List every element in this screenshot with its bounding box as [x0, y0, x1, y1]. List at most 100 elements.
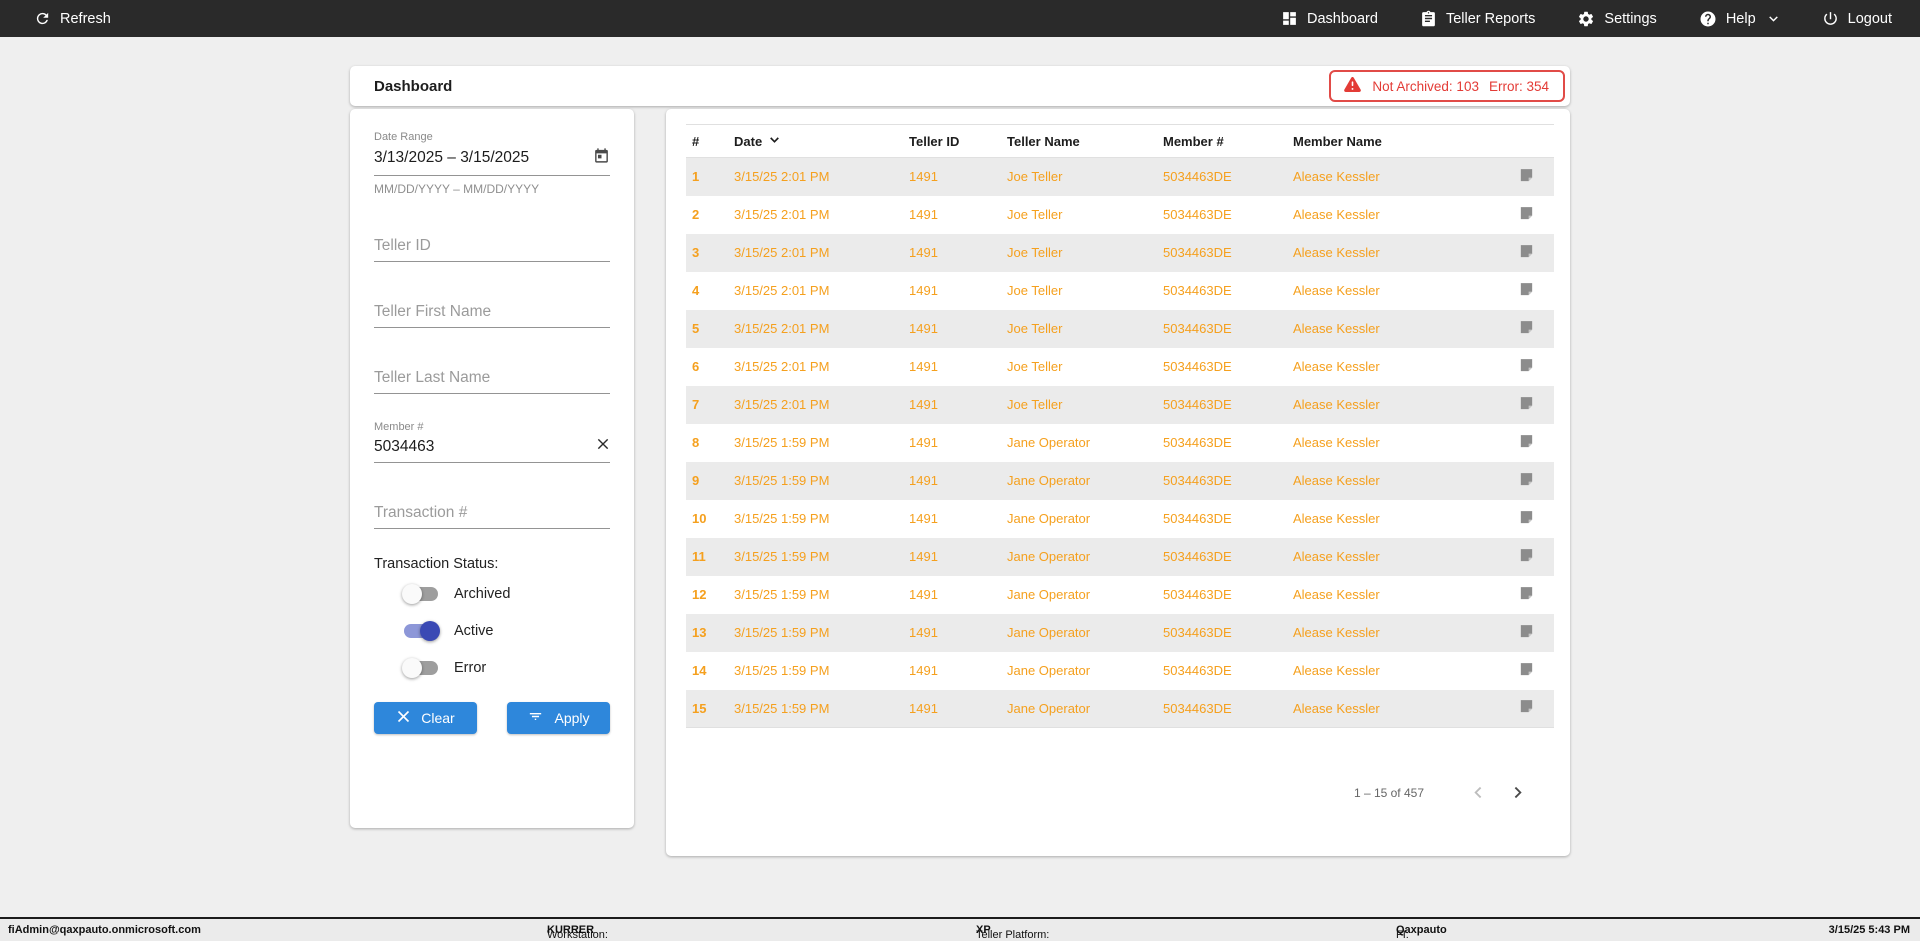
- cell-teller-id: 1491: [909, 283, 938, 298]
- cell-num: 9: [692, 473, 700, 488]
- cell-date: 3/15/25 2:01 PM: [734, 321, 830, 336]
- table-row[interactable]: 5 3/15/25 2:01 PM 1491 Joe Teller 5034463DE A…: [686, 309, 1554, 348]
- column-header-num[interactable]: #: [686, 124, 728, 158]
- table-row[interactable]: 3 3/15/25 2:01 PM 1491 Joe Teller 5034463DE A…: [686, 233, 1554, 272]
- calendar-icon[interactable]: [593, 147, 610, 169]
- transaction-number-field[interactable]: Transaction #: [374, 504, 610, 529]
- column-header-member-num[interactable]: Member #: [1157, 124, 1287, 158]
- note-icon[interactable]: [1492, 272, 1554, 310]
- column-header-date[interactable]: Date: [728, 124, 903, 158]
- active-toggle[interactable]: [404, 621, 440, 641]
- cell-teller-name: Joe Teller: [1007, 397, 1063, 412]
- teller-first-name-field[interactable]: Teller First Name: [374, 303, 610, 328]
- cell-member-num: 5034463DE: [1163, 549, 1232, 564]
- cell-date: 3/15/25 2:01 PM: [734, 245, 830, 260]
- table-row[interactable]: 12 3/15/25 1:59 PM 1491 Jane Operator 503446…: [686, 575, 1554, 614]
- top-nav: Refresh Dashboard Teller Reports Setting…: [0, 0, 1920, 37]
- clear-button[interactable]: Clear: [374, 702, 477, 734]
- table-row[interactable]: 6 3/15/25 2:01 PM 1491 Joe Teller 5034463DE A…: [686, 347, 1554, 386]
- cell-member-num: 5034463DE: [1163, 359, 1232, 374]
- note-icon[interactable]: [1492, 348, 1554, 386]
- cell-teller-id: 1491: [909, 169, 938, 185]
- toggle-row-error: Error: [402, 658, 610, 678]
- table-row[interactable]: 11 3/15/25 1:59 PM 1491 Jane Operator 503446…: [686, 537, 1554, 576]
- date-range-value[interactable]: 3/13/2025 – 3/15/2025: [374, 149, 529, 167]
- note-icon[interactable]: [1492, 500, 1554, 538]
- table-row[interactable]: 15 3/15/25 1:59 PM 1491 Jane Operator 503446…: [686, 689, 1554, 728]
- results-panel: # Date Teller ID Teller Name Member # Me…: [666, 109, 1570, 856]
- column-header-member-name[interactable]: Member Name: [1287, 124, 1492, 158]
- archived-toggle[interactable]: [402, 584, 438, 604]
- member-number-field[interactable]: Member # 5034463: [374, 421, 610, 463]
- teller-id-placeholder[interactable]: Teller ID: [374, 237, 431, 255]
- refresh-button[interactable]: Refresh: [34, 10, 111, 27]
- cell-teller-name: Jane Operator: [1007, 435, 1091, 450]
- note-icon[interactable]: [1492, 576, 1554, 614]
- cell-num: 1: [692, 169, 700, 185]
- teller-id-field[interactable]: Teller ID: [374, 237, 610, 262]
- note-icon[interactable]: [1492, 196, 1554, 234]
- cell-member-num: 5034463DE: [1163, 473, 1232, 488]
- cell-teller-name: Jane Operator: [1007, 700, 1091, 716]
- help-icon: [1699, 10, 1717, 28]
- status-datetime: 3/15/25 5:43 PM: [1828, 924, 1910, 936]
- teller-last-name-placeholder[interactable]: Teller Last Name: [374, 369, 490, 387]
- table-row[interactable]: 2 3/15/25 2:01 PM 1491 Joe Teller 5034463DE A…: [686, 195, 1554, 234]
- cell-num: 3: [692, 245, 700, 260]
- cell-teller-id: 1491: [909, 435, 938, 450]
- filter-panel: Date Range 3/13/2025 – 3/15/2025 MM/DD/Y…: [350, 109, 634, 828]
- apply-button[interactable]: Apply: [507, 702, 610, 734]
- cell-num: 11: [692, 549, 706, 564]
- cell-num: 15: [692, 700, 707, 716]
- nav-item-logout[interactable]: Logout: [1822, 10, 1892, 27]
- table-row[interactable]: 10 3/15/25 1:59 PM 1491 Jane Operator 503446…: [686, 499, 1554, 538]
- note-icon[interactable]: [1492, 462, 1554, 500]
- nav-item-label: Teller Reports: [1445, 10, 1536, 27]
- cell-teller-name: Joe Teller: [1007, 321, 1063, 336]
- note-icon[interactable]: [1492, 234, 1554, 272]
- error-toggle[interactable]: [402, 658, 438, 678]
- clear-member-icon[interactable]: [596, 437, 610, 456]
- note-icon[interactable]: [1492, 538, 1554, 576]
- table-row[interactable]: 8 3/15/25 1:59 PM 1491 Jane Operator 5034463…: [686, 423, 1554, 462]
- table-row[interactable]: 13 3/15/25 1:59 PM 1491 Jane Operator 503446…: [686, 613, 1554, 652]
- cell-date: 3/15/25 2:01 PM: [734, 169, 830, 185]
- note-icon[interactable]: [1492, 614, 1554, 652]
- note-icon[interactable]: [1492, 690, 1554, 728]
- nav-item-label: Dashboard: [1307, 10, 1378, 27]
- teller-last-name-field[interactable]: Teller Last Name: [374, 369, 610, 394]
- previous-page-button[interactable]: [1466, 780, 1491, 805]
- error-alert-badge[interactable]: Not Archived: 103 Error: 354: [1329, 70, 1565, 102]
- teller-first-name-placeholder[interactable]: Teller First Name: [374, 303, 491, 321]
- nav-item-teller-reports[interactable]: Teller Reports: [1420, 10, 1535, 27]
- paginator: 1 – 15 of 457: [686, 780, 1530, 847]
- note-icon[interactable]: [1492, 310, 1554, 348]
- note-icon[interactable]: [1492, 424, 1554, 462]
- note-icon[interactable]: [1492, 386, 1554, 424]
- sort-desc-icon: [768, 133, 781, 149]
- table-row[interactable]: 7 3/15/25 2:01 PM 1491 Joe Teller 5034463DE A…: [686, 385, 1554, 424]
- table-row[interactable]: 1 3/15/25 2:01 PM 1491 Joe Teller 5034463DE A…: [686, 157, 1554, 196]
- date-range-field[interactable]: Date Range 3/13/2025 – 3/15/2025 MM/DD/Y…: [374, 131, 610, 196]
- transaction-number-placeholder[interactable]: Transaction #: [374, 504, 467, 522]
- next-page-button[interactable]: [1505, 780, 1530, 805]
- chevron-down-icon: [1767, 12, 1780, 25]
- cell-teller-name: Joe Teller: [1007, 245, 1063, 260]
- table-row[interactable]: 4 3/15/25 2:01 PM 1491 Joe Teller 5034463DE A…: [686, 271, 1554, 310]
- column-header-teller-id[interactable]: Teller ID: [903, 124, 1001, 158]
- note-icon[interactable]: [1492, 652, 1554, 690]
- nav-item-settings[interactable]: Settings: [1577, 10, 1657, 28]
- cell-member-name: Alease Kessler: [1293, 663, 1380, 678]
- cell-teller-id: 1491: [909, 587, 938, 602]
- nav-item-help[interactable]: Help: [1699, 10, 1780, 28]
- column-header-teller-name[interactable]: Teller Name: [1001, 124, 1157, 158]
- nav-item-dashboard[interactable]: Dashboard: [1281, 10, 1378, 27]
- refresh-icon: [34, 10, 51, 27]
- cell-num: 12: [692, 587, 707, 602]
- member-number-value[interactable]: 5034463: [374, 438, 434, 456]
- table-row[interactable]: 9 3/15/25 1:59 PM 1491 Jane Operator 5034463…: [686, 461, 1554, 500]
- cell-member-num: 5034463DE: [1163, 700, 1232, 716]
- table-row[interactable]: 14 3/15/25 1:59 PM 1491 Jane Operator 503446…: [686, 651, 1554, 690]
- cell-teller-id: 1491: [909, 663, 938, 678]
- note-icon[interactable]: [1492, 158, 1554, 196]
